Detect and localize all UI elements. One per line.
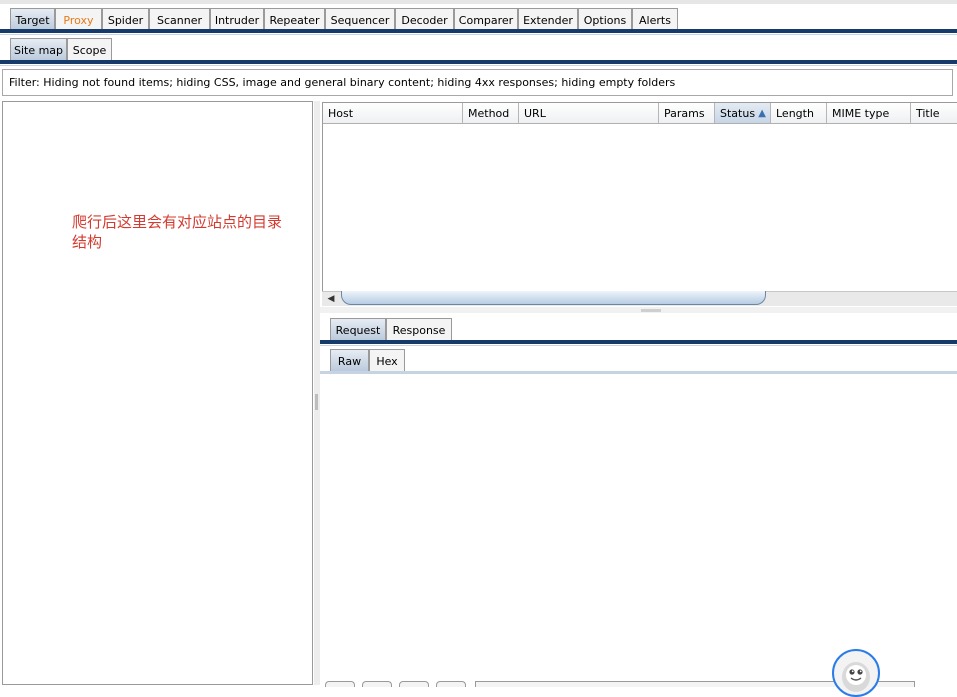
- column-title[interactable]: Title: [911, 103, 957, 123]
- sub-tabs-rule-thin: [0, 65, 957, 66]
- annotation-note: 爬行后这里会有对应站点的目录结构: [72, 213, 283, 251]
- site-map-tree[interactable]: [2, 101, 313, 685]
- column-length[interactable]: Length: [771, 103, 827, 123]
- column-status-label: Status: [720, 106, 756, 120]
- tab-hex[interactable]: Hex: [369, 349, 405, 372]
- add-button[interactable]: [399, 681, 429, 687]
- scroll-left-arrow-icon[interactable]: ◀: [325, 293, 337, 304]
- tab-scope[interactable]: Scope: [67, 38, 112, 61]
- sub-tab-bar: Site map Scope: [10, 38, 112, 61]
- site-map-table[interactable]: Host Method URL Params Status ▲ Length M…: [322, 102, 957, 292]
- splitter-grip-icon[interactable]: [315, 394, 318, 410]
- tab-options[interactable]: Options: [578, 8, 632, 31]
- previous-button[interactable]: [362, 681, 392, 687]
- tab-raw[interactable]: Raw: [330, 349, 369, 372]
- message-tabs-rule: [320, 340, 957, 344]
- top-tabs-rule-thin: [0, 34, 957, 35]
- message-tabs-rule-thin: [320, 345, 957, 346]
- tab-alerts[interactable]: Alerts: [632, 8, 678, 31]
- tab-intruder[interactable]: Intruder: [210, 8, 264, 31]
- column-url[interactable]: URL: [519, 103, 659, 123]
- sort-ascending-icon: ▲: [758, 107, 766, 119]
- column-host[interactable]: Host: [323, 103, 463, 123]
- column-params[interactable]: Params: [659, 103, 715, 123]
- column-params-label: Params: [664, 106, 705, 120]
- tab-decoder[interactable]: Decoder: [395, 8, 454, 31]
- tab-request[interactable]: Request: [330, 318, 386, 341]
- tab-sequencer[interactable]: Sequencer: [325, 8, 395, 31]
- top-tabs-rule: [0, 29, 957, 33]
- filter-bar[interactable]: Filter: Hiding not found items; hiding C…: [2, 69, 953, 96]
- scrollbar-thumb[interactable]: [341, 291, 766, 305]
- sub-tabs-rule: [0, 60, 957, 64]
- penguin-icon: [842, 662, 870, 692]
- column-mime-type-label: MIME type: [832, 106, 890, 120]
- column-host-label: Host: [328, 106, 354, 120]
- tab-repeater[interactable]: Repeater: [264, 8, 325, 31]
- column-method[interactable]: Method: [463, 103, 519, 123]
- assistant-avatar[interactable]: [832, 649, 880, 697]
- message-editor[interactable]: [320, 375, 957, 685]
- column-url-label: URL: [524, 106, 546, 120]
- column-length-label: Length: [776, 106, 814, 120]
- column-status[interactable]: Status ▲: [715, 103, 771, 123]
- column-title-label: Title: [916, 106, 940, 120]
- horizontal-splitter[interactable]: [320, 307, 957, 313]
- tab-spider[interactable]: Spider: [102, 8, 149, 31]
- view-tabs-rule: [320, 371, 957, 374]
- tab-comparer[interactable]: Comparer: [454, 8, 518, 31]
- tab-response[interactable]: Response: [386, 318, 452, 341]
- help-button[interactable]: [325, 681, 355, 687]
- tab-target[interactable]: Target: [10, 8, 55, 31]
- column-mime-type[interactable]: MIME type: [827, 103, 911, 123]
- filter-text: Filter: Hiding not found items; hiding C…: [9, 76, 676, 89]
- table-header: Host Method URL Params Status ▲ Length M…: [323, 103, 957, 124]
- message-tab-bar: Request Response: [330, 318, 452, 341]
- view-tab-bar: Raw Hex: [330, 349, 405, 372]
- next-button[interactable]: [436, 681, 466, 687]
- horizontal-splitter-grip-icon[interactable]: [641, 309, 661, 312]
- column-method-label: Method: [468, 106, 510, 120]
- tab-scanner[interactable]: Scanner: [149, 8, 210, 31]
- tab-extender[interactable]: Extender: [518, 8, 578, 31]
- tab-site-map[interactable]: Site map: [10, 38, 67, 61]
- tab-proxy[interactable]: Proxy: [55, 8, 102, 31]
